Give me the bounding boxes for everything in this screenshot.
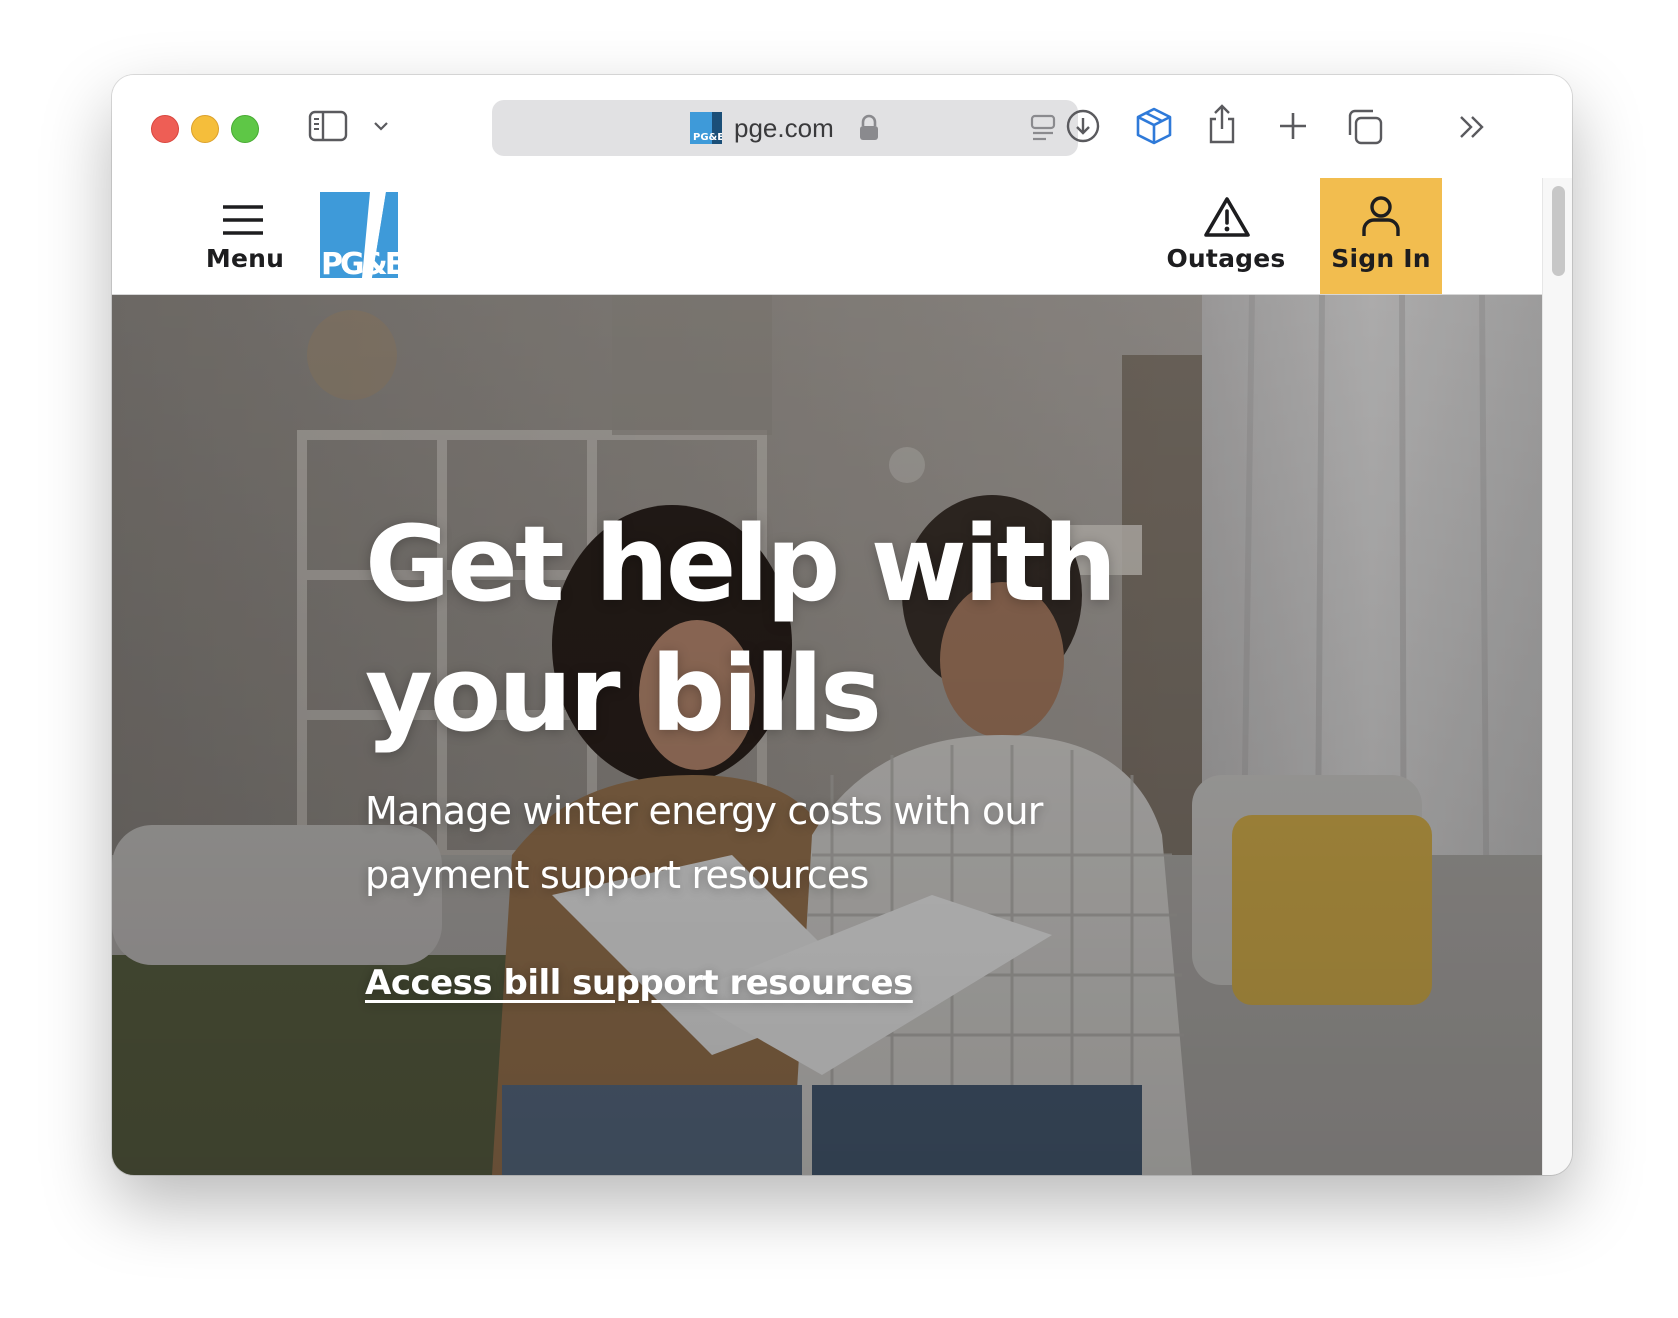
site-favicon: PG&E bbox=[690, 112, 722, 144]
outages-button[interactable]: Outages bbox=[1166, 178, 1286, 294]
tabs-overview-icon[interactable] bbox=[1345, 107, 1385, 147]
pge-logo[interactable]: PG&E bbox=[320, 192, 398, 278]
plus-icon[interactable] bbox=[1276, 109, 1310, 143]
user-icon bbox=[1362, 196, 1400, 236]
chevron-down-icon[interactable] bbox=[370, 115, 392, 137]
sidebar-icon[interactable] bbox=[308, 108, 348, 144]
outages-label: Outages bbox=[1166, 244, 1286, 273]
download-icon[interactable] bbox=[1064, 107, 1102, 145]
hero-subtitle: Manage winter energy costs with our paym… bbox=[365, 789, 1043, 897]
browser-window: PG&E pge.com Menu PG&E Outages Sign In G… bbox=[112, 75, 1572, 1175]
close-window-button[interactable] bbox=[151, 115, 179, 143]
extension-box-icon[interactable] bbox=[1133, 105, 1175, 147]
reader-icon[interactable] bbox=[1030, 114, 1056, 142]
minimize-window-button[interactable] bbox=[191, 115, 219, 143]
address-bar[interactable]: PG&E pge.com bbox=[492, 100, 1078, 156]
site-header: Menu PG&E Outages Sign In bbox=[112, 178, 1542, 295]
share-icon[interactable] bbox=[1205, 102, 1239, 146]
sign-in-label: Sign In bbox=[1331, 244, 1431, 273]
zoom-window-button[interactable] bbox=[231, 115, 259, 143]
scrollbar-thumb[interactable] bbox=[1552, 186, 1565, 276]
hero-title: Get help with your bills bbox=[365, 503, 1117, 755]
lock-icon bbox=[860, 114, 878, 140]
menu-label: Menu bbox=[205, 244, 285, 273]
sign-in-button[interactable]: Sign In bbox=[1320, 178, 1442, 294]
browser-toolbar: PG&E pge.com bbox=[112, 75, 1572, 178]
hamburger-icon bbox=[223, 205, 263, 235]
chevron-double-right-icon[interactable] bbox=[1457, 113, 1487, 141]
svg-text:PG&E: PG&E bbox=[693, 132, 722, 143]
menu-button[interactable]: Menu bbox=[200, 198, 290, 284]
address-domain: pge.com bbox=[734, 113, 834, 143]
bill-support-link[interactable]: Access bill support resources bbox=[365, 963, 913, 1003]
hero-banner: Get help with your bills Manage winter e… bbox=[112, 295, 1542, 1175]
web-page: Menu PG&E Outages Sign In Get help with … bbox=[112, 178, 1542, 1175]
pge-logo-text: PG&E bbox=[321, 247, 398, 278]
warning-triangle-icon bbox=[1204, 197, 1250, 237]
page-scrollbar[interactable] bbox=[1542, 178, 1572, 1175]
